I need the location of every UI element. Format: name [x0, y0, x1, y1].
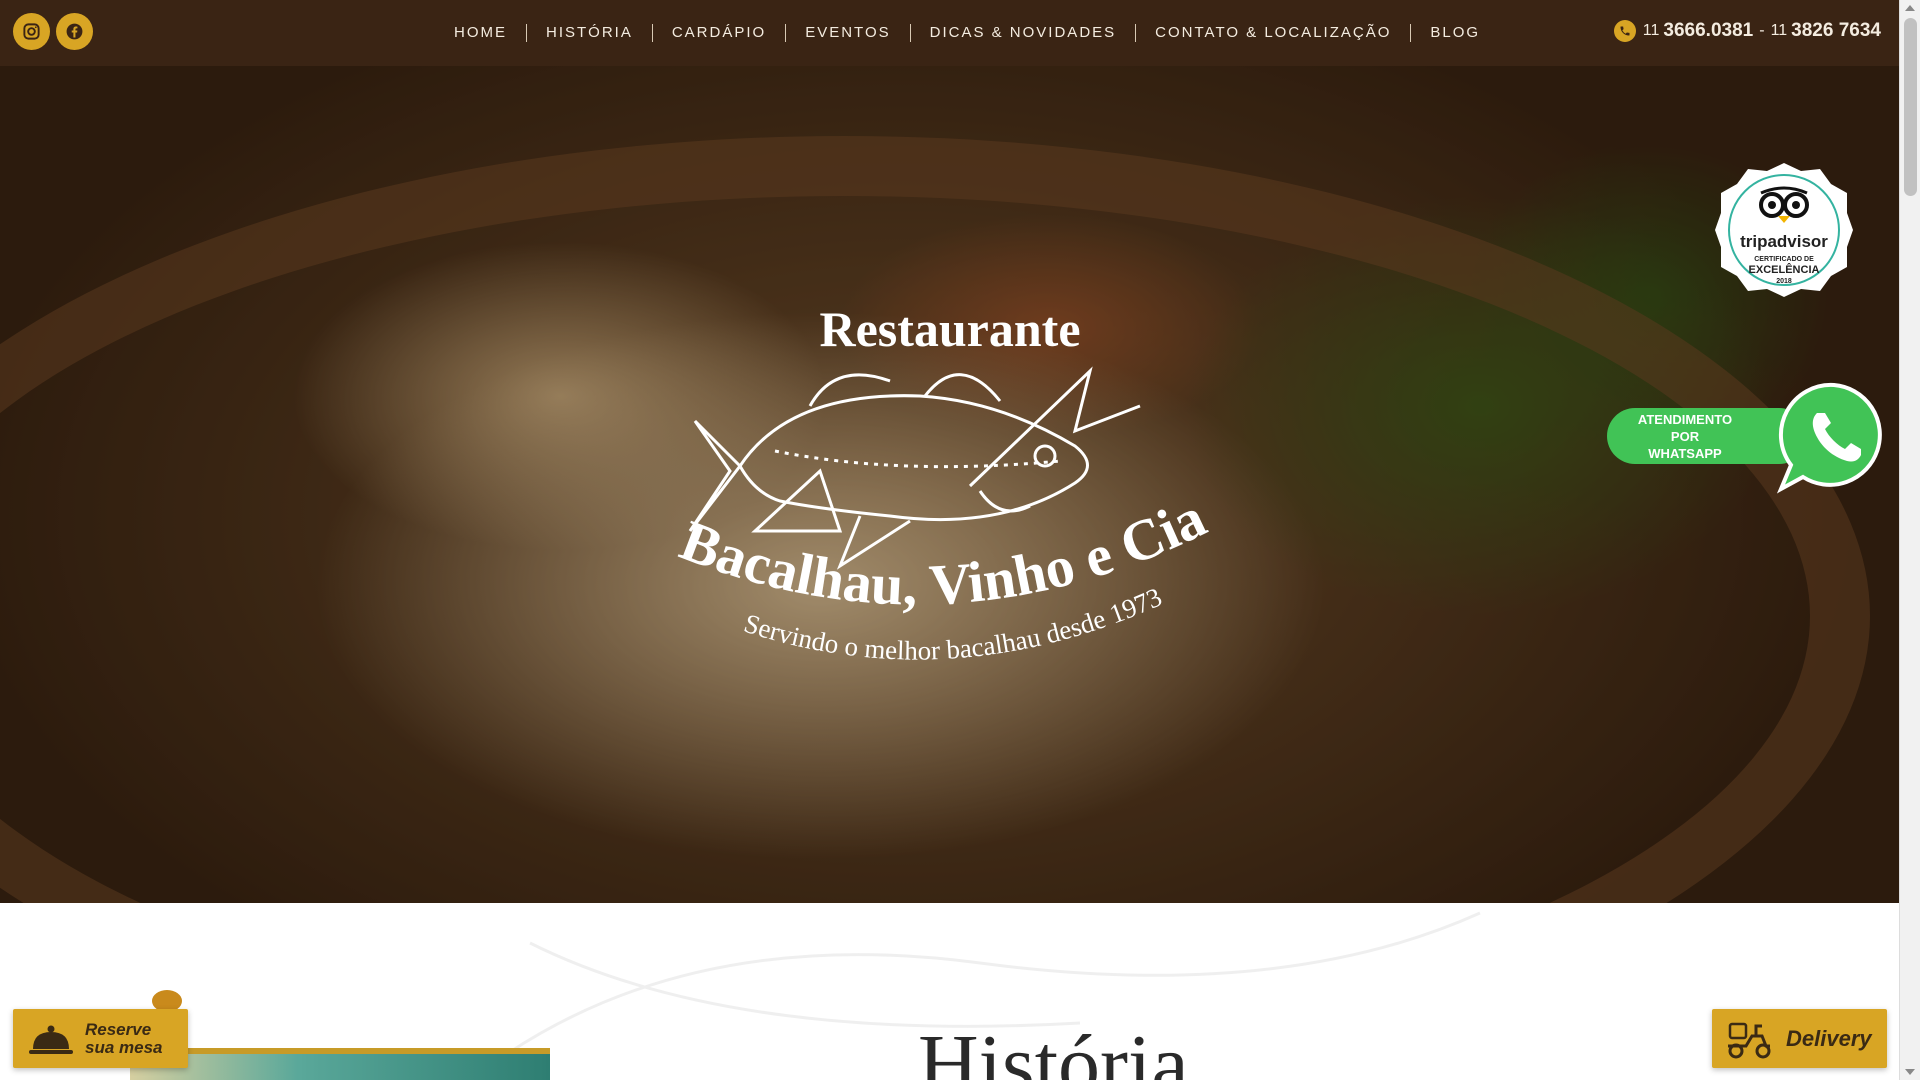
nav-cardapio[interactable]: CARDÁPIO	[653, 24, 787, 42]
facebook-icon	[66, 23, 83, 40]
nav-eventos[interactable]: EVENTOS	[786, 24, 911, 42]
historia-section: História	[0, 903, 1899, 1080]
scroll-thumb[interactable]	[1904, 18, 1917, 196]
nav-dicas-novidades[interactable]: DICAS & NOVIDADES	[911, 24, 1137, 42]
reserve-label: Reserve sua mesa	[85, 1019, 163, 1057]
phone-icon	[1613, 20, 1636, 42]
whatsapp-icon	[1777, 382, 1882, 494]
section-title: História	[918, 1018, 1189, 1080]
phone-area-1: 11	[1642, 22, 1660, 39]
phone-numbers[interactable]: 11 3666.0381 - 11 3826 7634	[1613, 20, 1881, 42]
main-nav: HOME HISTÓRIA CARDÁPIO EVENTOS DICAS & N…	[435, 0, 1499, 66]
instagram-icon	[23, 23, 40, 40]
scroll-down-arrow-icon[interactable]	[1905, 1069, 1915, 1075]
phone-number-2: 3826 7634	[1791, 20, 1881, 41]
tripadvisor-year: 2018	[1776, 278, 1792, 285]
svg-text:Bacalhau, Vinho e Cia.: Bacalhau, Vinho e Cia.	[670, 231, 1215, 618]
logo-top-text: Restaurante	[819, 301, 1080, 357]
historia-image	[130, 1048, 550, 1080]
tripadvisor-line2: EXCELÊNCIA	[1749, 263, 1820, 276]
facebook-button[interactable]	[56, 13, 93, 50]
nav-home[interactable]: HOME	[435, 24, 527, 42]
phone-number-1: 3666.0381	[1663, 20, 1754, 41]
nav-historia[interactable]: HISTÓRIA	[527, 24, 653, 42]
nav-contato-localizacao[interactable]: CONTATO & LOCALIZAÇÃO	[1136, 24, 1412, 42]
top-header: HOME HISTÓRIA CARDÁPIO EVENTOS DICAS & N…	[0, 0, 1899, 66]
page-scrollbar[interactable]	[1899, 0, 1920, 1080]
nav-blog[interactable]: BLOG	[1411, 24, 1499, 42]
reserve-table-button[interactable]: Reserve sua mesa	[13, 1009, 188, 1068]
tripadvisor-brand: tripadvisor	[1740, 232, 1828, 251]
delivery-button[interactable]: Delivery	[1712, 1009, 1887, 1068]
tripadvisor-line1: CERTIFICADO DE	[1754, 256, 1814, 263]
phone-separator: -	[1759, 22, 1765, 39]
tripadvisor-badge[interactable]: tripadvisor CERTIFICADO DE EXCELÊNCIA 20…	[1715, 161, 1853, 299]
logo-name: Bacalhau, Vinho e Cia.	[663, 179, 1216, 618]
phone-area-2: 11	[1770, 22, 1788, 39]
whatsapp-button[interactable]: ATENDIMENTO POR WHATSAPP	[1607, 379, 1892, 494]
delivery-label: Delivery	[1786, 1025, 1872, 1051]
hero-banner: Restaurante Bacalhau, Vinho e Cia. Servi…	[0, 66, 1899, 903]
instagram-button[interactable]	[13, 13, 50, 50]
scroll-up-arrow-icon[interactable]	[1905, 5, 1915, 11]
cloche-icon	[29, 1025, 73, 1054]
restaurant-logo: Restaurante Bacalhau, Vinho e Cia. Servi…	[663, 179, 1230, 791]
social-links	[13, 13, 93, 50]
delivery-scooter-icon	[1728, 1022, 1771, 1058]
